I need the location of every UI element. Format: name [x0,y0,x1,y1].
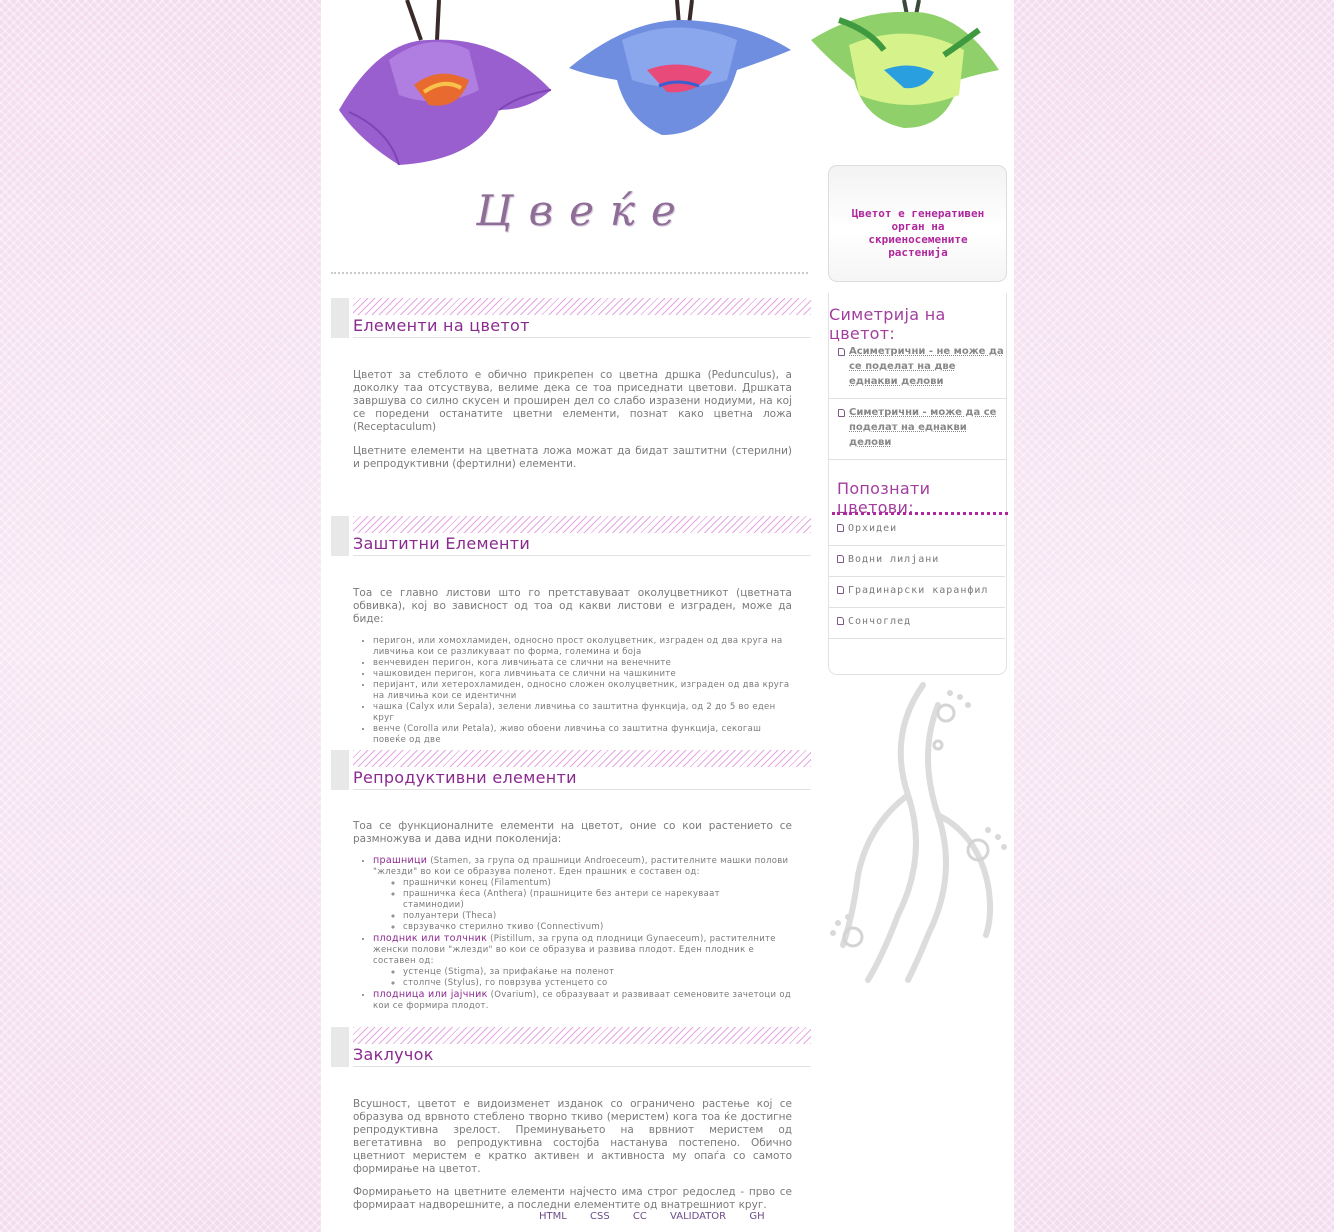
purple-lotus-icon [339,0,552,166]
page: Цвеќе Елементи на цветот Цветот за стебл… [321,0,1014,1232]
footer-link-cc[interactable]: CC [633,1211,647,1222]
footer-link-validator[interactable]: VALIDATOR [670,1211,726,1222]
sub-item: прашнички конец (Filamentum) [403,878,793,889]
sub-item: сврзувачко стерилно ткиво (Connectivum) [403,922,793,933]
term-stamen: прашници [373,855,428,866]
paragraph: Цветните елементи на цветната ложа можат… [353,445,792,470]
flower-link[interactable]: Градинарски каранфил [848,585,988,596]
flower-item-water-lilies[interactable]: Водни лилјани [828,546,1005,577]
section-header: Заклучок [331,1027,811,1067]
footer-link-gh[interactable]: GH [749,1211,764,1222]
blue-lotus-icon [569,0,791,135]
section-header: Репродуктивни елементи [331,750,811,790]
paragraph: Формирањето на цветните елементи најчест… [353,1186,792,1211]
reproductive-list: прашници (Stamen, за група од прашници A… [331,855,811,1012]
footer-link-html[interactable]: HTML [539,1211,567,1222]
sub-item: полуантери (Theca) [403,911,793,922]
paragraph: Всушност, цветот е видоизменет изданок с… [353,1098,792,1175]
section-marker [331,516,349,556]
sub-list: прашнички конец (Filamentum) прашничка ќ… [373,878,793,933]
section-flower-elements: Елементи на цветот Цветот за стеблото е … [331,298,811,471]
list-item: чашковиден перигон, кога ливчињата се сл… [373,669,811,680]
paragraph: Тоа се функционалните елементи на цветот… [353,820,792,845]
site-logo[interactable]: Цвеќе [476,186,736,236]
section-stripes [353,298,811,315]
list-item: перигон, или хомохламиден, односно прост… [373,636,811,658]
symmetry-item-symmetric[interactable]: Симетрични - може да се поделат на еднак… [829,399,1006,460]
header-banner [321,0,1014,170]
page-icon [837,524,844,532]
section-header: Елементи на цветот [331,298,811,338]
footer-link-css[interactable]: CSS [590,1211,610,1222]
list-item: венче (Corolla или Petala), живо обоени … [373,724,811,746]
section-header: Заштитни Елементи [331,516,811,556]
page-icon [837,586,844,594]
section-stripes [353,750,811,767]
flower-link[interactable]: Орхидеи [848,523,897,534]
logo-divider [331,272,808,274]
sidebar-quote-box: Цветот е генеративен орган на скриеносем… [828,165,1007,282]
item-text: (Stamen, за група од прашници Androeceum… [373,856,789,877]
flower-item-carnation[interactable]: Градинарски каранфил [828,577,1005,608]
footer-links: HTML CSS CC VALIDATOR GH [539,1211,785,1222]
flower-link[interactable]: Водни лилјани [848,554,939,565]
symmetry-link[interactable]: Асиметрични - не може да се поделат на д… [849,344,1007,389]
page-icon [838,409,845,417]
section-title: Заштитни Елементи [353,535,811,556]
section-marker [331,298,349,338]
term-ovary: плодница или јајчник [373,989,488,1000]
list-item: чашка (Calyx или Sepala), зелени ливчиња… [373,702,811,724]
symmetry-link[interactable]: Симетрични - може да се поделат на еднак… [849,405,1007,450]
flower-link[interactable]: Сончоглед [848,616,911,627]
list-item: венчевиден перигон, кога ливчињата се сл… [373,658,811,669]
sub-item: столпче (Stylus), го поврзува устенцето … [403,978,793,989]
flower-item-orchids[interactable]: Орхидеи [828,515,1005,546]
section-title: Репродуктивни елементи [353,769,811,790]
protective-list: перигон, или хомохламиден, односно прост… [331,636,811,746]
section-marker [331,1027,349,1067]
sidebar-quote: Цветот е генеративен орган на скриеносем… [851,207,985,259]
term-pistil: плодник или толчник [373,933,488,944]
section-conclusion: Заклучок Всушност, цветот е видоизменет … [331,1027,811,1212]
section-stripes [353,1027,811,1044]
list-item: плодник или толчник (Pistillum, за група… [373,933,811,989]
sub-item: устенце (Stigma), за прифаќање на полено… [403,967,793,978]
page-icon [837,617,844,625]
page-icon [837,555,844,563]
paragraph: Тоа се главно листови што го претставува… [353,587,792,625]
symmetry-item-asymmetric[interactable]: Асиметрични - не може да се поделат на д… [829,341,1006,399]
sub-list: устенце (Stigma), за прифаќање на полено… [373,967,793,989]
list-item: плодница или јајчник (Ovarium), се образ… [373,989,811,1012]
floral-ornament-icon [830,682,1007,983]
section-marker [331,750,349,790]
section-reproductive-elements: Репродуктивни елементи Тоа се функционал… [331,750,811,1012]
symmetry-title: Симетрија на цветот: [829,305,946,343]
section-title: Елементи на цветот [353,317,811,338]
page-icon [838,348,845,356]
section-stripes [353,516,811,533]
green-lotus-icon [811,0,999,128]
list-item: прашници (Stamen, за група од прашници A… [373,855,811,933]
paragraph: Цветот за стеблото е обично прикрепен со… [353,369,792,433]
section-protective-elements: Заштитни Елементи Тоа се главно листови … [331,516,811,746]
section-title: Заклучок [353,1046,811,1067]
list-item: перијант, или хетерохламиден, односно сл… [373,680,811,702]
flower-item-sunflower[interactable]: Сончоглед [828,608,1005,639]
sub-item: прашничка ќеса (Anthera) (прашниците без… [403,889,793,911]
